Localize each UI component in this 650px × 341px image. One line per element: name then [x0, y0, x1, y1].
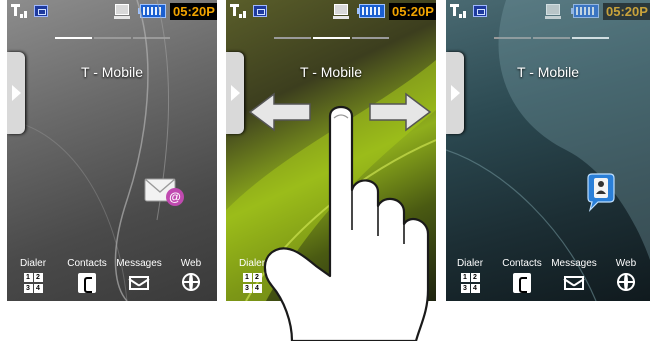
swipe-gesture-overlay — [248, 92, 432, 341]
swipe-left-right-hand-icon — [263, 105, 430, 341]
swipe-right-arrow-icon — [369, 92, 432, 132]
swipe-left-arrow-icon — [248, 92, 311, 132]
